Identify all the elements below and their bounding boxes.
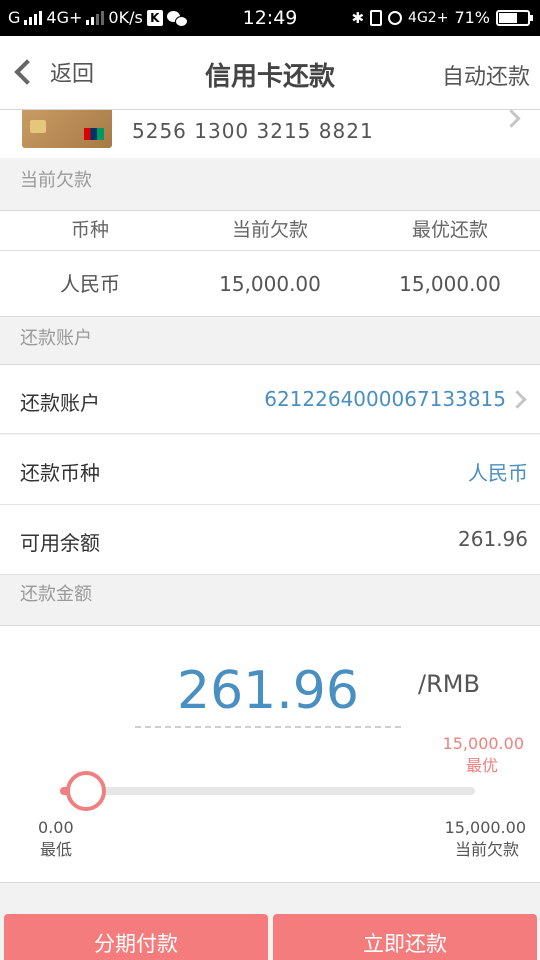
battery-percent: 71% [454,8,490,27]
alarm-icon [388,10,403,25]
available-balance-row: 可用余额 261.96 [0,505,540,575]
table-cell: 15,000.00 [399,272,501,296]
battery-level [499,12,517,23]
bluetooth-icon: ✱ [351,8,365,27]
debt-table: 币种 当前欠款 最优还款 人民币 15,000.00 15,000.00 [0,210,540,317]
column-header: 当前欠款 [231,219,308,241]
list-label: 可用余额 [20,531,100,555]
column-header: 最优还款 [411,219,488,241]
chevron-right-icon [508,390,527,409]
table-cell: 人民币 [60,272,120,296]
credit-card-image [22,110,112,148]
battery-icon [496,9,533,26]
section-header-debt: 当前欠款 [0,160,540,210]
max-value: 15,000.00 [444,818,526,837]
amount-input[interactable] [135,656,401,728]
best-label: 最优 [465,756,498,775]
repay-currency-value: 人民币 [468,461,528,485]
status-right: ✱ 4G2+ 71% [351,8,533,27]
pay-now-button[interactable]: 立即还款 [273,914,537,960]
nav-bar: 返回 信用卡还款 自动还款 [0,36,540,110]
available-balance-value: 261.96 [458,527,528,551]
card-selector[interactable]: 5256 1300 3215 8821 [0,109,540,158]
unionpay-logo-icon [84,128,104,140]
auto-repay-button[interactable]: 自动还款 [442,59,530,91]
amount-area: /RMB 15,000.00 最优 0.00 最低 15,000.00 当前欠款 [0,625,540,883]
table-cell: 15,000.00 [219,272,321,296]
installment-button[interactable]: 分期付款 [4,914,268,960]
list-label: 还款账户 [20,391,100,415]
back-label: 返回 [50,62,95,87]
min-value: 0.00 [38,818,74,837]
column-header: 币种 [70,219,109,241]
amount-unit: /RMB [418,670,480,698]
repay-account-value: 6212264000067133815 [264,387,506,411]
max-label: 当前欠款 [454,840,519,859]
table-row: 人民币 15,000.00 15,000.00 [0,251,540,317]
repay-account-row[interactable]: 还款账户 6212264000067133815 [0,364,540,434]
card-chip-icon [30,120,46,133]
amount-slider-track[interactable] [60,787,475,795]
table-header: 币种 当前欠款 最优还款 [0,211,540,251]
section-header-account: 还款账户 [0,318,540,364]
status-bar: G 4G+ 0K/s K 12:49 ✱ 4G2+ 71% [0,0,540,36]
chevron-right-icon [502,109,521,128]
amount-slider-thumb[interactable] [66,771,107,811]
card-number: 5256 1300 3215 8821 [132,119,374,143]
section-header-amount: 还款金额 [0,576,540,625]
network-label-2: 4G2+ [408,9,449,26]
repay-currency-row[interactable]: 还款币种 人民币 [0,435,540,505]
best-value: 15,000.00 [442,734,524,753]
chevron-left-icon [14,59,40,85]
back-button[interactable]: 返回 [12,56,94,88]
list-label: 还款币种 [20,461,100,485]
vibrate-icon [370,9,383,26]
min-label: 最低 [40,840,73,859]
